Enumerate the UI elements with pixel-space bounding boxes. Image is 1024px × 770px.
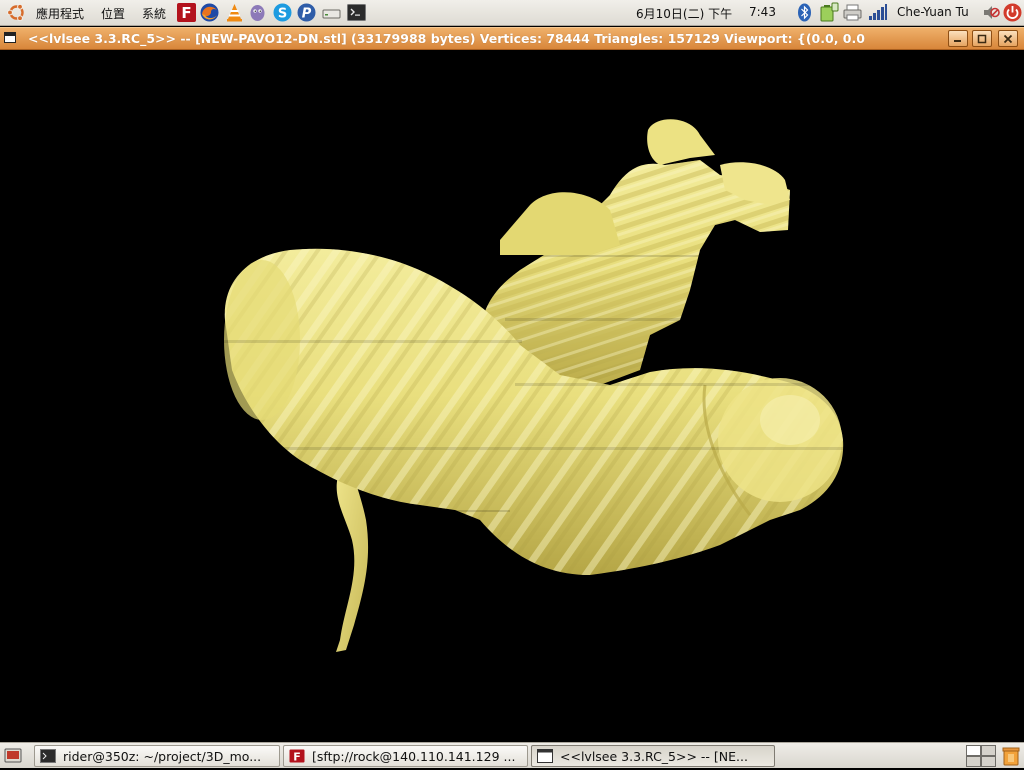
top-panel: 應用程式 位置 系統 F S P 6月10日(二) 下午 7:43 Che-Yu… bbox=[0, 0, 1024, 26]
workspace-switcher[interactable] bbox=[966, 745, 996, 767]
printer-icon[interactable] bbox=[842, 2, 863, 23]
menu-applications[interactable]: 應用程式 bbox=[36, 5, 84, 22]
terminal-icon bbox=[40, 749, 56, 763]
taskbar-item-filezilla[interactable]: F [sftp://rock@140.110.141.129 ... bbox=[283, 745, 528, 767]
filezilla-icon[interactable]: F bbox=[176, 2, 197, 23]
menu-system[interactable]: 系統 bbox=[142, 5, 166, 22]
taskbar-item-label: [sftp://rock@140.110.141.129 ... bbox=[312, 749, 516, 764]
terminal-icon[interactable] bbox=[346, 2, 367, 23]
bottom-panel: rider@350z: ~/project/3D_mo... F [sftp:/… bbox=[0, 742, 1024, 768]
battery-icon[interactable] bbox=[818, 2, 839, 23]
taskbar-item-lvlsee[interactable]: <<lvlsee 3.3.RC_5>> -- [NE... bbox=[531, 745, 775, 767]
svg-text:F: F bbox=[293, 751, 301, 764]
close-button[interactable] bbox=[998, 30, 1018, 47]
skype-icon[interactable]: S bbox=[272, 2, 293, 23]
clock-time[interactable]: 7:43 bbox=[749, 5, 776, 19]
taskbar-item-terminal[interactable]: rider@350z: ~/project/3D_mo... bbox=[34, 745, 280, 767]
pidgin-p-icon[interactable]: P bbox=[296, 2, 317, 23]
window-icon bbox=[537, 749, 553, 763]
menu-places[interactable]: 位置 bbox=[101, 5, 125, 22]
power-icon[interactable] bbox=[1002, 2, 1023, 23]
drive-icon[interactable] bbox=[321, 2, 342, 23]
stl-model-render bbox=[222, 119, 845, 652]
trash-icon[interactable] bbox=[1000, 745, 1022, 767]
user-switcher[interactable]: Che-Yuan Tu bbox=[897, 5, 969, 19]
network-signal-icon[interactable] bbox=[867, 2, 888, 23]
window-title-bar[interactable]: <<lvlsee 3.3.RC_5>> -- [NEW-PAVO12-DN.st… bbox=[0, 27, 1024, 50]
taskbar-item-label: rider@350z: ~/project/3D_mo... bbox=[63, 749, 262, 764]
ubuntu-logo-icon[interactable] bbox=[6, 2, 27, 23]
minimize-button[interactable] bbox=[948, 30, 968, 47]
volume-icon[interactable] bbox=[981, 2, 1002, 23]
svg-text:F: F bbox=[181, 4, 191, 22]
filezilla-icon: F bbox=[289, 749, 305, 764]
window-menu-icon[interactable] bbox=[4, 32, 16, 43]
svg-text:P: P bbox=[302, 7, 312, 22]
3d-viewport[interactable] bbox=[0, 50, 1024, 742]
window-title: <<lvlsee 3.3.RC_5>> -- [NEW-PAVO12-DN.st… bbox=[28, 31, 865, 46]
vlc-icon[interactable] bbox=[224, 2, 245, 23]
svg-text:S: S bbox=[278, 7, 287, 22]
clock-date[interactable]: 6月10日(二) 下午 bbox=[636, 5, 732, 22]
pidgin-icon[interactable] bbox=[247, 2, 268, 23]
maximize-button[interactable] bbox=[972, 30, 992, 47]
taskbar-item-label: <<lvlsee 3.3.RC_5>> -- [NE... bbox=[560, 749, 748, 764]
firefox-icon[interactable] bbox=[199, 2, 220, 23]
show-desktop-icon[interactable] bbox=[4, 747, 22, 765]
bluetooth-icon[interactable] bbox=[794, 2, 815, 23]
